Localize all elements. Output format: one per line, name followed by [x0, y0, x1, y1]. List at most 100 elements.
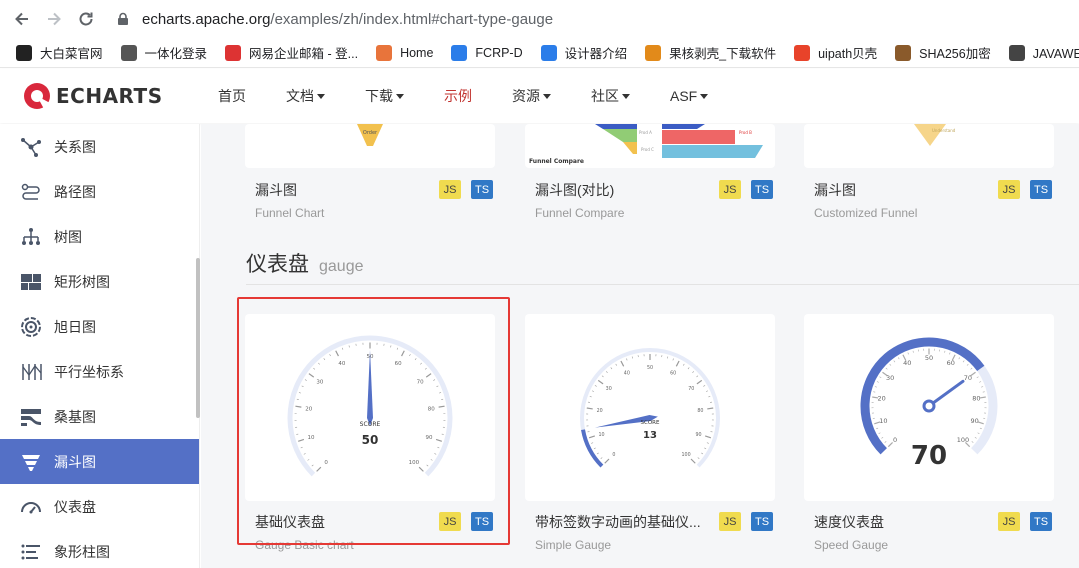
gauge-tick: [707, 407, 714, 410]
bookmark-item[interactable]: uipath贝壳: [794, 43, 877, 62]
gauge-tick: [876, 381, 879, 383]
nav-item[interactable]: 文档: [266, 69, 345, 123]
gauge-tick: [889, 363, 892, 366]
gauge-tick: [690, 458, 696, 464]
nav-item[interactable]: 下载: [345, 69, 424, 123]
gauge-tick: [981, 386, 984, 388]
f-icon: [540, 44, 557, 61]
gauge-tick: [593, 447, 596, 450]
js-badge[interactable]: JS: [719, 180, 741, 199]
bookmark-item[interactable]: 网易企业邮箱 - 登...: [225, 43, 358, 62]
card-thumbnail: Prod A Prod C Prod B Funnel Compare: [525, 124, 775, 168]
card-thumbnail: Order: [245, 124, 495, 168]
gauge-tick: [704, 435, 712, 439]
gauge-tick: [687, 367, 690, 370]
reload-icon: [79, 12, 93, 26]
gauge-tick: [591, 442, 594, 444]
js-badge[interactable]: JS: [998, 180, 1020, 199]
bookmark-item[interactable]: FCRP-D: [451, 44, 523, 61]
gauge-tick: [971, 441, 974, 443]
c-icon: [794, 44, 811, 61]
sidebar-item[interactable]: 路径图: [0, 169, 199, 214]
ts-badge[interactable]: TS: [751, 180, 773, 199]
reload-button[interactable]: [70, 3, 102, 35]
caret-down-icon: [700, 93, 709, 99]
nav-item[interactable]: 示例: [424, 69, 492, 123]
sidebar-item[interactable]: 矩形树图: [0, 259, 199, 304]
example-card-simple-gauge[interactable]: 0 10 20 30 40 50 60 70 80 90 100 SCORE 13 带标签数字动画的基础…: [525, 314, 775, 552]
js-badge[interactable]: JS: [719, 512, 741, 531]
gauge-tick: [979, 427, 982, 430]
example-card-customized-funnel[interactable]: Understand 漏斗图 Customized Funnel JS TS: [804, 124, 1054, 220]
legend-label: Prod C: [641, 147, 654, 152]
sidebar-item[interactable]: 桑基图: [0, 394, 199, 439]
bookmark-item[interactable]: SHA256加密: [895, 43, 991, 62]
globe-icon: [120, 44, 137, 61]
nav-item[interactable]: 资源: [492, 69, 571, 123]
nav-item[interactable]: 社区: [571, 69, 650, 123]
lines-icon: [20, 181, 42, 203]
gauge-icon: [20, 496, 42, 518]
address-bar[interactable]: echarts.apache.org/examples/zh/index.htm…: [116, 11, 553, 28]
sidebar-scrollbar[interactable]: [196, 258, 200, 418]
ts-badge[interactable]: TS: [1030, 180, 1052, 199]
nav-item-label: ASF: [670, 88, 698, 104]
ts-badge[interactable]: TS: [471, 180, 493, 199]
parallel-icon: [20, 361, 42, 383]
funnel-thumb-graphic: Order: [357, 124, 383, 146]
speed-gauge-thumb-graphic: 0 10 20 30 40 50 60 70 80 90 100 70: [860, 337, 998, 471]
ts-badge[interactable]: TS: [1030, 512, 1052, 531]
treemap-icon: [20, 271, 42, 293]
forward-button[interactable]: [38, 3, 70, 35]
sidebar-item[interactable]: 平行坐标系: [0, 349, 199, 394]
ts-badge[interactable]: TS: [751, 512, 773, 531]
gauge-tick-label: 50: [925, 354, 933, 362]
sidebar-item[interactable]: 旭日图: [0, 304, 199, 349]
gauge-tick: [600, 457, 603, 460]
example-card-speed-gauge[interactable]: 0 10 20 30 40 50 60 70 80 90 100 70 速度仪表盘 Speed Gau…: [804, 314, 1054, 552]
bookmark-item[interactable]: 一体化登录: [120, 43, 208, 62]
sidebar-item[interactable]: 树图: [0, 214, 199, 259]
nav-item[interactable]: 首页: [198, 69, 266, 123]
js-badge[interactable]: JS: [998, 512, 1020, 531]
gauge-tick: [949, 352, 951, 355]
feather-icon: [1008, 44, 1025, 61]
gauge-tick: [958, 357, 961, 360]
gauge-tick: [879, 376, 882, 379]
sidebar-item[interactable]: 象形柱图: [0, 529, 199, 568]
example-card-funnel-compare[interactable]: Prod A Prod C Prod B Funnel Compare 漏斗图(…: [525, 124, 775, 220]
bookmark-item[interactable]: 设计器介绍: [540, 43, 627, 62]
gauge-tick: [696, 379, 703, 385]
js-badge[interactable]: JS: [439, 180, 461, 199]
nav-item[interactable]: ASF: [650, 69, 728, 123]
echarts-logo[interactable]: ECHARTS: [22, 81, 192, 111]
funnel-compare-thumb-graphic: Prod A Prod C Prod B Funnel Compare: [529, 124, 763, 165]
bookmark-label: SHA256加密: [919, 47, 991, 61]
nav-item-label: 示例: [444, 88, 472, 104]
nav-item-label: 资源: [512, 88, 540, 104]
gauge-tick: [962, 360, 965, 363]
bookmark-item[interactable]: 大白菜官网: [16, 43, 103, 62]
example-card-funnel[interactable]: Order 漏斗图 Funnel Chart JS TS: [245, 124, 495, 220]
bookmark-label: JAVAWEB项目1: [1032, 47, 1079, 61]
back-button[interactable]: [6, 3, 38, 35]
gauge-tick: [706, 442, 709, 444]
gauge-tick: [876, 427, 879, 430]
bookmark-label: 一体化登录: [144, 47, 208, 61]
bookmarks-bar: 大白菜官网 一体化登录 网易企业邮箱 - 登... Home FCRP-D 设计器介绍 果核…: [0, 38, 1079, 68]
circle-icon: [645, 44, 662, 61]
gauge-tick-label: 100: [957, 436, 969, 444]
lock-icon: [118, 12, 128, 25]
bookmark-item[interactable]: Home: [376, 44, 433, 61]
bookmark-item[interactable]: 果核剥壳_下载软件: [645, 43, 776, 62]
nav-item-label: 下载: [365, 88, 393, 104]
tree-icon: [20, 226, 42, 248]
card-title: 漏斗图: [814, 182, 856, 198]
sidebar-item[interactable]: 漏斗图: [0, 439, 199, 484]
bookmark-item[interactable]: JAVAWEB项目1: [1008, 43, 1079, 62]
graph-icon: [20, 136, 42, 158]
sidebar-item[interactable]: 仪表盘: [0, 484, 199, 529]
sidebar-item[interactable]: 关系图: [0, 124, 199, 169]
gauge-tick: [705, 390, 709, 392]
gauge-tick: [697, 457, 700, 460]
